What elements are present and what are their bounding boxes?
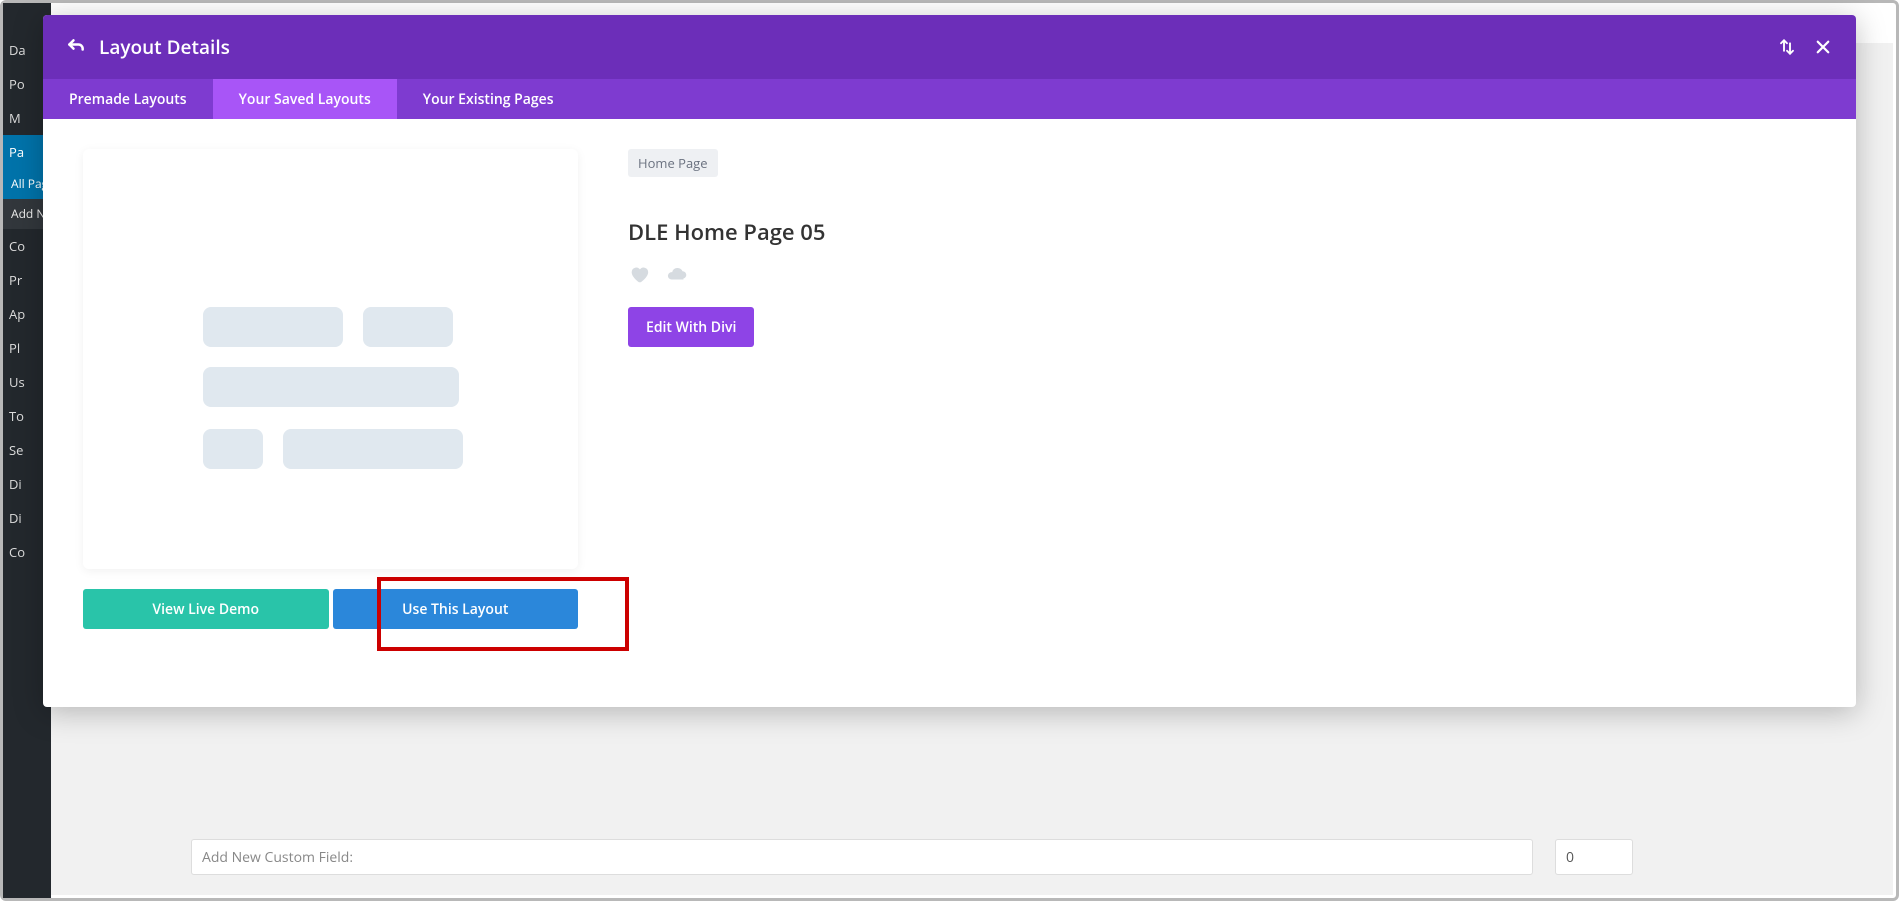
details-column: Home Page DLE Home Page 05 Edit With Div… — [628, 149, 1816, 677]
view-live-demo-button[interactable]: View Live Demo — [83, 589, 329, 629]
heart-icon[interactable] — [628, 263, 650, 285]
skeleton-block — [203, 307, 343, 347]
layout-preview-thumbnail — [83, 149, 578, 569]
layout-title: DLE Home Page 05 — [628, 217, 1816, 247]
back-arrow-icon — [66, 37, 86, 57]
modal-title: Layout Details — [99, 34, 230, 60]
import-export-icon — [1778, 38, 1796, 56]
tab-your-existing-pages[interactable]: Your Existing Pages — [397, 79, 580, 119]
tab-premade-layouts[interactable]: Premade Layouts — [43, 79, 213, 119]
preview-column: View Live Demo Use This Layout — [83, 149, 578, 677]
edit-with-divi-button[interactable]: Edit With Divi — [628, 307, 754, 347]
layout-category-tag: Home Page — [628, 149, 718, 177]
modal-body: View Live Demo Use This Layout Home Page… — [43, 119, 1856, 707]
close-button[interactable] — [1808, 32, 1838, 62]
layout-details-modal: Layout Details Premade Layouts Your Save… — [43, 15, 1856, 707]
layout-meta-icons — [628, 263, 1816, 285]
portability-button[interactable] — [1772, 32, 1802, 62]
back-button[interactable] — [61, 32, 91, 62]
cloud-icon[interactable] — [664, 263, 690, 285]
custom-field-label: Add New Custom Field: — [191, 839, 1533, 875]
order-field[interactable]: 0 — [1555, 839, 1633, 875]
skeleton-block — [363, 307, 453, 347]
skeleton-block — [283, 429, 463, 469]
modal-header: Layout Details — [43, 15, 1856, 79]
skeleton-block — [203, 367, 459, 407]
skeleton-block — [203, 429, 263, 469]
close-icon — [1814, 38, 1832, 56]
modal-tabs: Premade Layouts Your Saved Layouts Your … — [43, 79, 1856, 119]
use-this-layout-button[interactable]: Use This Layout — [333, 589, 579, 629]
tab-your-saved-layouts[interactable]: Your Saved Layouts — [213, 79, 397, 119]
